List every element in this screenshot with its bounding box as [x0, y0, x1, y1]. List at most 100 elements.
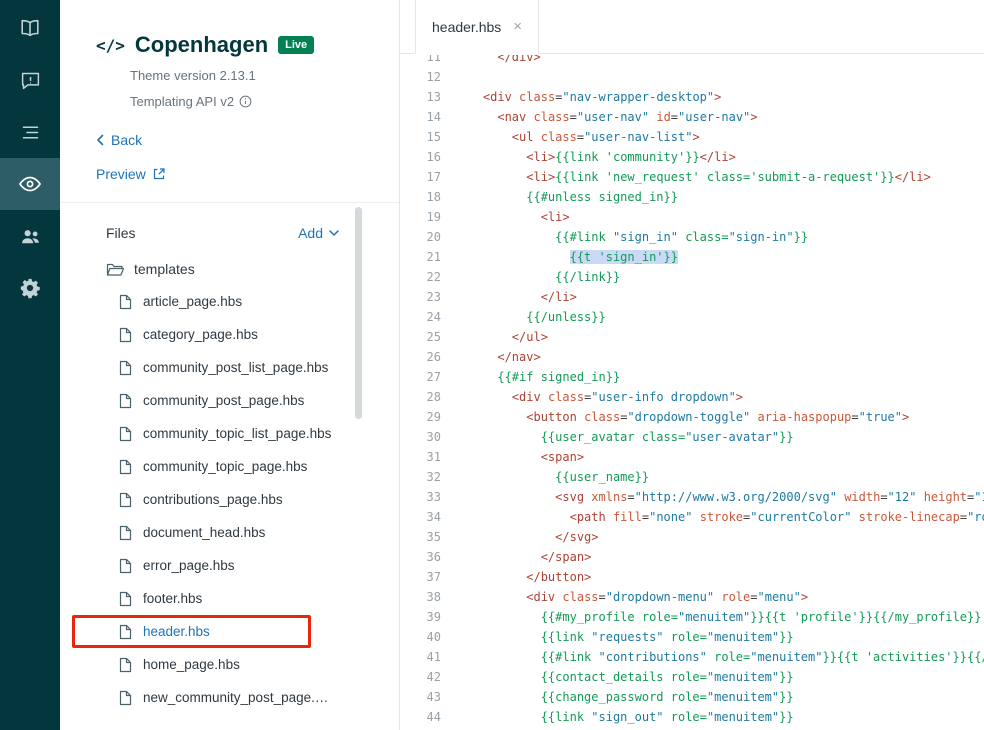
file-item[interactable]: document_head.hbs	[60, 516, 399, 549]
app: </> Copenhagen Live Theme version 2.13.1…	[0, 0, 984, 730]
line-number: 20	[426, 230, 441, 244]
tab-header-hbs[interactable]: header.hbs ×	[415, 0, 540, 54]
line-number: 15	[426, 130, 441, 144]
sidebar-item-settings[interactable]	[0, 262, 60, 314]
line-number: 30	[426, 430, 441, 444]
code-line: 30 {{user_avatar class="user-avatar"}}	[400, 427, 984, 447]
line-number: 16	[426, 150, 441, 164]
file-label: community_post_page.hbs	[143, 393, 305, 408]
code-lines: 11 </div> 12 13 <div class="nav-wrapper-de…	[400, 55, 984, 730]
line-number: 21	[426, 250, 441, 264]
sidebar-item-knowledge-base[interactable]	[0, 2, 60, 54]
line-number: 11	[426, 55, 441, 64]
files-scrollbar[interactable]	[355, 207, 362, 419]
code-line: 27 {{#if signed_in}}	[400, 367, 984, 387]
code-line: 19 <li>	[400, 207, 984, 227]
code-line: 28 <div class="user-info dropdown">	[400, 387, 984, 407]
document-icon	[119, 525, 132, 540]
code-line: 21 {{t 'sign_in'}}	[400, 247, 984, 267]
document-icon	[119, 492, 132, 507]
file-label: community_post_list_page.hbs	[143, 360, 329, 375]
code-line: 35 </svg>	[400, 527, 984, 547]
tab-label: header.hbs	[432, 18, 502, 35]
file-item[interactable]: category_page.hbs	[60, 318, 399, 351]
sidebar-item-people[interactable]	[0, 210, 60, 262]
sidebar-item-arrange-content[interactable]	[0, 106, 60, 158]
file-label: new_community_post_page.h…	[143, 690, 333, 705]
line-number: 17	[426, 170, 441, 184]
code-line: 24 {{/unless}}	[400, 307, 984, 327]
file-label: category_page.hbs	[143, 327, 258, 342]
eye-icon	[19, 176, 41, 192]
file-item[interactable]: footer.hbs	[60, 582, 399, 615]
folder-templates[interactable]: templates	[60, 253, 399, 285]
app-sidebar	[0, 0, 60, 730]
file-item[interactable]: home_page.hbs	[60, 648, 399, 681]
line-number: 22	[426, 270, 441, 284]
file-label: contributions_page.hbs	[143, 492, 283, 507]
line-number: 19	[426, 210, 441, 224]
theme-version: Theme version 2.13.1	[130, 67, 256, 83]
line-number: 24	[426, 310, 441, 324]
line-number: 18	[426, 190, 441, 204]
gear-icon	[20, 278, 40, 299]
document-icon	[119, 558, 132, 573]
line-number: 23	[426, 290, 441, 304]
line-number: 29	[426, 410, 441, 424]
preview-link[interactable]: Preview	[96, 166, 165, 182]
code-area[interactable]: 11 </div> 12 13 <div class="nav-wrapper-de…	[400, 55, 984, 730]
code-line: 25 </ul>	[400, 327, 984, 347]
page-title: Copenhagen	[134, 32, 269, 57]
file-item[interactable]: contributions_page.hbs	[60, 483, 399, 516]
file-label: community_topic_list_page.hbs	[143, 426, 332, 441]
code-line: 15 <ul class="user-nav-list">	[400, 127, 984, 147]
line-number: 34	[426, 510, 441, 524]
tab-bar: header.hbs ×	[400, 0, 984, 54]
code-line: 44 {{link "sign_out" role="menuitem"}}	[400, 707, 984, 727]
code-line: 14 <nav class="user-nav" id="user-nav">	[400, 107, 984, 127]
code-line: 16 <li>{{link 'community'}}</li>	[400, 147, 984, 167]
file-list: article_page.hbs category_page.hbscommuni…	[60, 285, 399, 714]
file-item[interactable]: article_page.hbs	[60, 285, 399, 318]
external-link-icon	[153, 168, 165, 180]
templating-api: Templating API v2	[130, 92, 375, 110]
theme-header: </> Copenhagen Live Theme version 2.13.1…	[60, 0, 399, 202]
file-item[interactable]: new_community_post_page.h…	[60, 681, 399, 714]
add-button[interactable]: Add	[298, 225, 339, 241]
code-line: 18 {{#unless signed_in}}	[400, 187, 984, 207]
people-icon	[21, 229, 39, 243]
file-item[interactable]: header.hbs	[60, 615, 399, 648]
file-item[interactable]: community_post_list_page.hbs	[60, 351, 399, 384]
line-number: 43	[426, 690, 441, 704]
tab-close-icon[interactable]: ×	[513, 19, 522, 34]
line-number: 27	[426, 370, 441, 384]
code-line: 41 {{#link "contributions" role="menuite…	[400, 647, 984, 667]
document-icon	[119, 657, 132, 672]
code-line: 38 <div class="dropdown-menu" role="menu…	[400, 587, 984, 607]
line-number: 38	[426, 590, 441, 604]
sidebar-item-customize-design[interactable]	[0, 158, 60, 210]
back-link[interactable]: Back	[96, 132, 142, 148]
code-line: 43 {{change_password role="menuitem"}}	[400, 687, 984, 707]
file-item[interactable]: community_topic_list_page.hbs	[60, 417, 399, 450]
folder-open-icon	[106, 263, 124, 276]
code-line: 34 <path fill="none" stroke="currentColo…	[400, 507, 984, 527]
line-number: 35	[426, 530, 441, 544]
line-number: 41	[426, 650, 441, 664]
file-item[interactable]: community_topic_page.hbs	[60, 450, 399, 483]
file-item[interactable]: error_page.hbs	[60, 549, 399, 582]
chevron-down-icon	[329, 230, 339, 236]
code-line: 22 {{/link}}	[400, 267, 984, 287]
file-label: home_page.hbs	[143, 657, 240, 672]
document-icon	[119, 591, 132, 606]
code-line: 12	[400, 67, 984, 87]
line-number: 44	[426, 710, 441, 724]
annotation-highlight	[72, 615, 311, 648]
document-icon	[119, 426, 132, 441]
file-label: article_page.hbs	[143, 294, 243, 309]
file-item[interactable]: community_post_page.hbs	[60, 384, 399, 417]
line-number: 12	[426, 70, 441, 84]
theme-panel: </> Copenhagen Live Theme version 2.13.1…	[60, 0, 400, 730]
code-line: 40 {{link "requests" role="menuitem"}}	[400, 627, 984, 647]
sidebar-item-moderation[interactable]	[0, 54, 60, 106]
